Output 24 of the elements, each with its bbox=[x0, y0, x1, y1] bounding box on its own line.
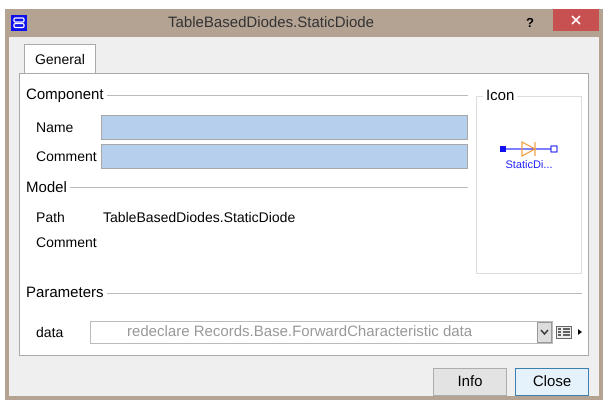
field-label: Comment bbox=[35, 146, 98, 166]
icon-caption: StaticDi... bbox=[505, 158, 553, 173]
section-heading: Component bbox=[26, 85, 104, 105]
window-title: TableBasedDiodes.StaticDiode bbox=[167, 12, 375, 33]
field-label: Path bbox=[35, 208, 66, 226]
dialog-button[interactable]: Close bbox=[515, 368, 589, 396]
dropdown-button[interactable] bbox=[537, 322, 552, 342]
close-icon[interactable] bbox=[553, 9, 599, 31]
arrow-icon[interactable] bbox=[578, 329, 582, 335]
section-heading: Parameters bbox=[26, 283, 104, 303]
help-button[interactable]: ? bbox=[515, 13, 545, 33]
field-value: TableBasedDiodes.StaticDiode bbox=[103, 208, 296, 226]
input-field[interactable] bbox=[101, 114, 468, 140]
field-label: Name bbox=[35, 118, 74, 136]
field-label: Comment bbox=[35, 232, 98, 252]
input-field[interactable] bbox=[101, 144, 468, 168]
app-icon bbox=[11, 15, 27, 31]
table-icon[interactable] bbox=[556, 326, 572, 338]
field-label: data bbox=[35, 322, 64, 342]
caret-icon bbox=[540, 329, 549, 335]
dialog-button[interactable]: Info bbox=[433, 368, 507, 396]
tab[interactable]: General bbox=[24, 44, 96, 74]
diode-icon bbox=[500, 141, 558, 157]
section-heading: Model bbox=[26, 178, 67, 198]
